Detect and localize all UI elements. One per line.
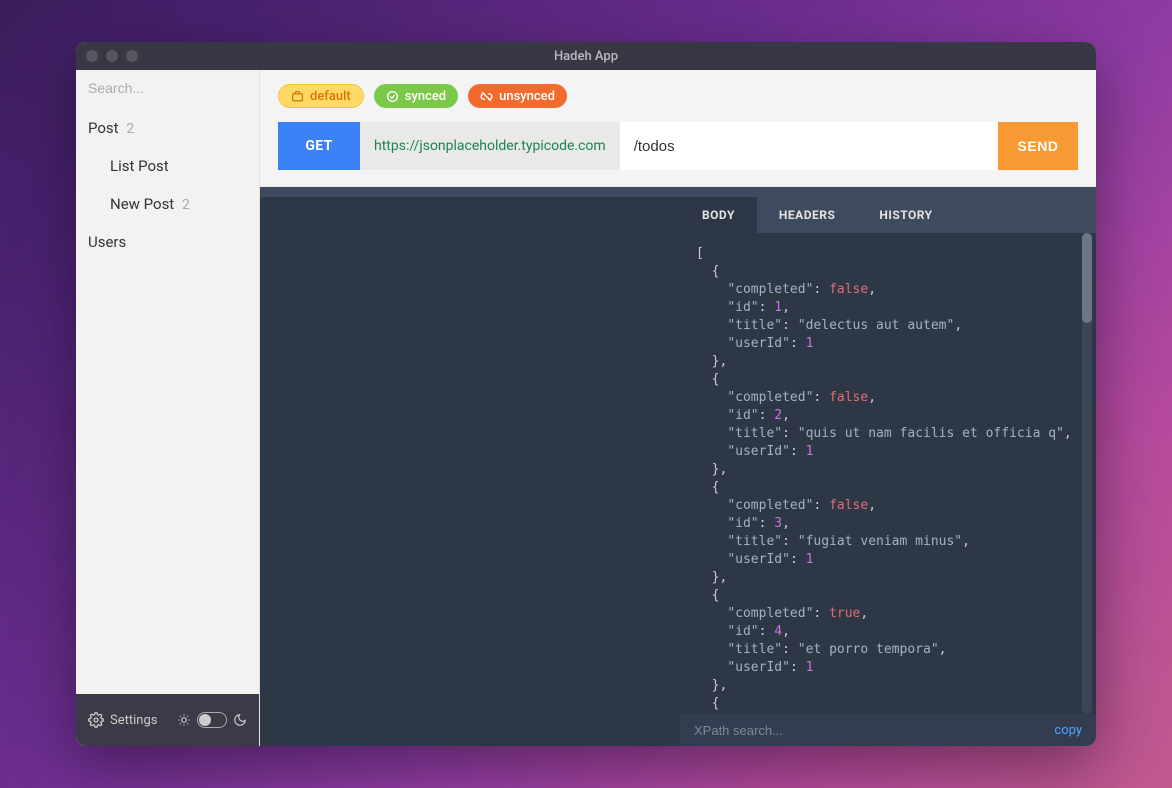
titlebar: Hadeh App bbox=[76, 42, 1096, 70]
briefcase-icon bbox=[291, 90, 304, 103]
base-url[interactable]: https://jsonplaceholder.typicode.com bbox=[360, 122, 620, 170]
path-input[interactable] bbox=[620, 122, 998, 170]
divider bbox=[260, 187, 1096, 197]
response-body[interactable]: [ { "completed": false, "id": 1, "title"… bbox=[680, 233, 1096, 714]
request-row: GET https://jsonplaceholder.typicode.com… bbox=[278, 122, 1078, 170]
sidebar-footer: Settings bbox=[76, 694, 259, 746]
method-selector[interactable]: GET bbox=[278, 122, 360, 170]
sidebar-group-count: 2 bbox=[126, 121, 134, 137]
send-button[interactable]: SEND bbox=[998, 122, 1078, 170]
copy-button[interactable]: copy bbox=[1054, 723, 1082, 738]
badge-default[interactable]: default bbox=[278, 84, 364, 108]
request-body-pane[interactable] bbox=[260, 197, 680, 746]
sidebar-item[interactable]: New Post 2 bbox=[76, 185, 259, 223]
response-footer: copy bbox=[680, 714, 1096, 746]
xpath-input[interactable] bbox=[694, 723, 1054, 738]
sidebar-group-label: Post bbox=[88, 119, 119, 137]
response-tabs: BODY HEADERS HISTORY bbox=[680, 197, 1096, 233]
badge-unsynced[interactable]: unsynced bbox=[468, 84, 567, 108]
tab-headers[interactable]: HEADERS bbox=[757, 197, 857, 233]
search-input[interactable] bbox=[88, 80, 247, 96]
maximize-icon[interactable] bbox=[126, 50, 138, 62]
unlink-icon bbox=[480, 90, 493, 103]
sun-icon bbox=[177, 713, 191, 727]
minimize-icon[interactable] bbox=[106, 50, 118, 62]
badge-unsynced-label: unsynced bbox=[499, 89, 555, 104]
sidebar-item-label: List Post bbox=[110, 157, 169, 175]
badge-default-label: default bbox=[310, 89, 351, 104]
sidebar-item-count: 2 bbox=[182, 197, 190, 213]
moon-icon bbox=[233, 713, 247, 727]
main: default synced unsynced GET https://json… bbox=[260, 70, 1096, 746]
sidebar-item-label: New Post bbox=[110, 195, 174, 213]
settings-button[interactable]: Settings bbox=[88, 712, 157, 728]
sidebar-nav: Post 2 List Post New Post 2 Users bbox=[76, 105, 259, 694]
check-circle-icon bbox=[386, 90, 399, 103]
scrollbar-thumb[interactable] bbox=[1082, 233, 1092, 323]
gear-icon bbox=[88, 712, 104, 728]
theme-toggle[interactable] bbox=[177, 712, 247, 728]
window-title: Hadeh App bbox=[554, 49, 618, 64]
sidebar-group[interactable]: Users bbox=[76, 223, 259, 261]
sidebar-item[interactable]: List Post bbox=[76, 147, 259, 185]
settings-label: Settings bbox=[110, 713, 157, 728]
response-pane: BODY HEADERS HISTORY [ { "completed": fa… bbox=[680, 197, 1096, 746]
badge-synced[interactable]: synced bbox=[374, 84, 458, 108]
close-icon[interactable] bbox=[86, 50, 98, 62]
app-window: Hadeh App Post 2 List Post New Post 2 Users… bbox=[76, 42, 1096, 746]
window-controls[interactable] bbox=[86, 50, 138, 62]
env-badges: default synced unsynced bbox=[278, 84, 1078, 108]
tab-history[interactable]: HISTORY bbox=[857, 197, 954, 233]
scrollbar[interactable] bbox=[1082, 233, 1092, 714]
tab-body[interactable]: BODY bbox=[680, 197, 757, 233]
sidebar-group-label: Users bbox=[88, 233, 126, 251]
sidebar: Post 2 List Post New Post 2 Users Settings bbox=[76, 70, 260, 746]
sidebar-group[interactable]: Post 2 bbox=[76, 109, 259, 147]
badge-synced-label: synced bbox=[405, 89, 446, 104]
theme-switch[interactable] bbox=[197, 712, 227, 728]
topbar: default synced unsynced GET https://json… bbox=[260, 70, 1096, 187]
